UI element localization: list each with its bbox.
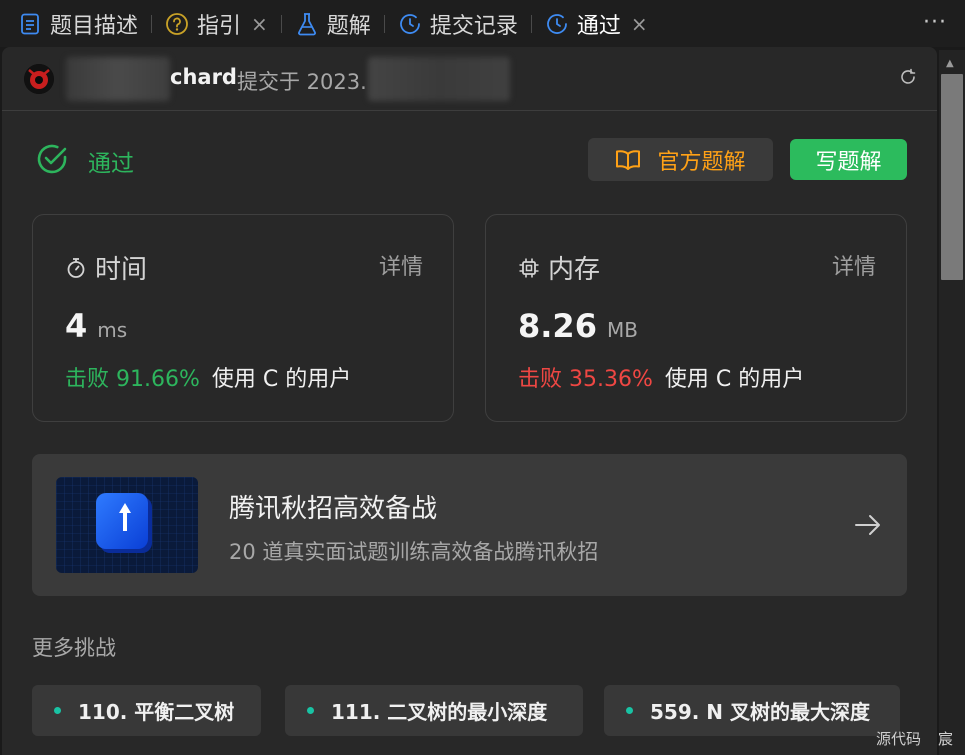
- memory-detail-link[interactable]: 详情: [832, 249, 876, 281]
- close-icon[interactable]: ×: [251, 12, 268, 36]
- memory-title: 内存: [548, 255, 601, 285]
- question-circle-icon: [165, 12, 189, 36]
- submitter-name[interactable]: chard: [170, 65, 237, 89]
- tab-solutions[interactable]: 题解: [295, 0, 371, 47]
- promo-image: [56, 477, 198, 573]
- tab-bar: 题目描述 指引 × 题解 提交记录 通过 × ···: [0, 0, 965, 47]
- close-icon[interactable]: ×: [631, 12, 648, 36]
- book-icon: [615, 149, 641, 171]
- tab-label: 题目描述: [50, 13, 139, 39]
- tab-description[interactable]: 题目描述: [18, 0, 138, 47]
- chip-icon: [518, 257, 540, 279]
- bullet-dot: [54, 707, 61, 714]
- scroll-up-arrow-icon[interactable]: ▲: [946, 58, 954, 69]
- runtime-value-row: 4 ms: [65, 307, 127, 345]
- memory-beat-suffix: 使用 C 的用户: [664, 367, 805, 392]
- arrow-right-icon[interactable]: [853, 510, 883, 540]
- stopwatch-icon: [65, 257, 87, 279]
- tab-accepted[interactable]: 通过 ×: [545, 0, 648, 47]
- challenge-label: 110. 平衡二叉树: [78, 700, 235, 724]
- tab-divider: [151, 14, 153, 33]
- tab-divider: [530, 14, 532, 33]
- runtime-beat-percent: 击败 91.66%: [65, 367, 200, 392]
- status-row: 通过: [34, 141, 134, 181]
- refresh-icon[interactable]: [899, 68, 917, 86]
- memory-header: 内存: [518, 249, 600, 286]
- official-solution-button[interactable]: 官方题解: [588, 138, 773, 181]
- tab-label: 指引: [197, 13, 242, 39]
- history-clock-icon: [545, 12, 569, 36]
- document-icon: [18, 12, 42, 36]
- runtime-value: 4: [65, 307, 88, 345]
- status-label: 通过: [88, 151, 134, 177]
- redacted-username: [66, 57, 170, 101]
- submission-panel: chard 提交于 2023. 通过 官方题解 写题解 时间 详情 4 ms 击…: [2, 47, 937, 755]
- promo-banner[interactable]: 腾讯秋招高效备战 20 道真实面试题训练高效备战腾讯秋招: [32, 454, 907, 596]
- avatar[interactable]: [24, 64, 54, 94]
- challenge-chip[interactable]: 111. 二叉树的最小深度: [285, 685, 583, 736]
- memory-value: 8.26: [518, 307, 597, 345]
- flask-icon: [295, 12, 319, 36]
- runtime-detail-link[interactable]: 详情: [379, 249, 423, 281]
- runtime-beat-suffix: 使用 C 的用户: [211, 367, 352, 392]
- tab-guide[interactable]: 指引 ×: [165, 0, 268, 47]
- more-challenges-title: 更多挑战: [32, 636, 116, 660]
- promo-title: 腾讯秋招高效备战: [229, 494, 438, 524]
- challenge-chip[interactable]: 110. 平衡二叉树: [32, 685, 261, 736]
- submission-header: chard 提交于 2023.: [2, 47, 937, 111]
- tab-divider: [280, 14, 282, 33]
- tab-label: 通过: [576, 13, 621, 39]
- redacted-timestamp: [368, 57, 510, 101]
- challenge-label: 111. 二叉树的最小深度: [331, 700, 548, 724]
- write-solution-button[interactable]: 写题解: [790, 139, 907, 180]
- scrollbar-thumb[interactable]: [941, 74, 963, 280]
- more-options-icon[interactable]: ···: [923, 10, 947, 35]
- memory-beats: 击败 35.36% 使用 C 的用户: [518, 361, 804, 393]
- bullet-dot: [626, 707, 633, 714]
- challenge-chip[interactable]: 559. N 叉树的最大深度: [604, 685, 900, 736]
- challenge-label: 559. N 叉树的最大深度: [650, 700, 871, 724]
- runtime-card: 时间 详情 4 ms 击败 91.66% 使用 C 的用户: [32, 214, 454, 422]
- runtime-unit: ms: [97, 318, 128, 342]
- tab-label: 提交记录: [429, 13, 518, 39]
- memory-value-row: 8.26 MB: [518, 307, 638, 345]
- tab-submissions[interactable]: 提交记录: [398, 0, 518, 47]
- runtime-header: 时间: [65, 249, 147, 286]
- submitted-at: 提交于 2023.: [237, 70, 367, 94]
- runtime-beats: 击败 91.66% 使用 C 的用户: [65, 361, 351, 393]
- promo-subtitle: 20 道真实面试题训练高效备战腾讯秋招: [229, 540, 599, 564]
- runtime-title: 时间: [95, 255, 148, 285]
- official-solution-label: 官方题解: [657, 149, 746, 175]
- memory-beat-percent: 击败 35.36%: [518, 367, 653, 392]
- memory-unit: MB: [606, 318, 638, 342]
- tab-label: 题解: [326, 13, 371, 39]
- memory-card: 内存 详情 8.26 MB 击败 35.36% 使用 C 的用户: [485, 214, 907, 422]
- bullet-dot: [307, 707, 314, 714]
- footer-text: 源代码: [876, 730, 922, 748]
- history-clock-icon: [398, 12, 422, 36]
- footer-text: 宸: [938, 730, 954, 748]
- check-circle-icon: [34, 141, 70, 181]
- tab-divider: [383, 14, 385, 33]
